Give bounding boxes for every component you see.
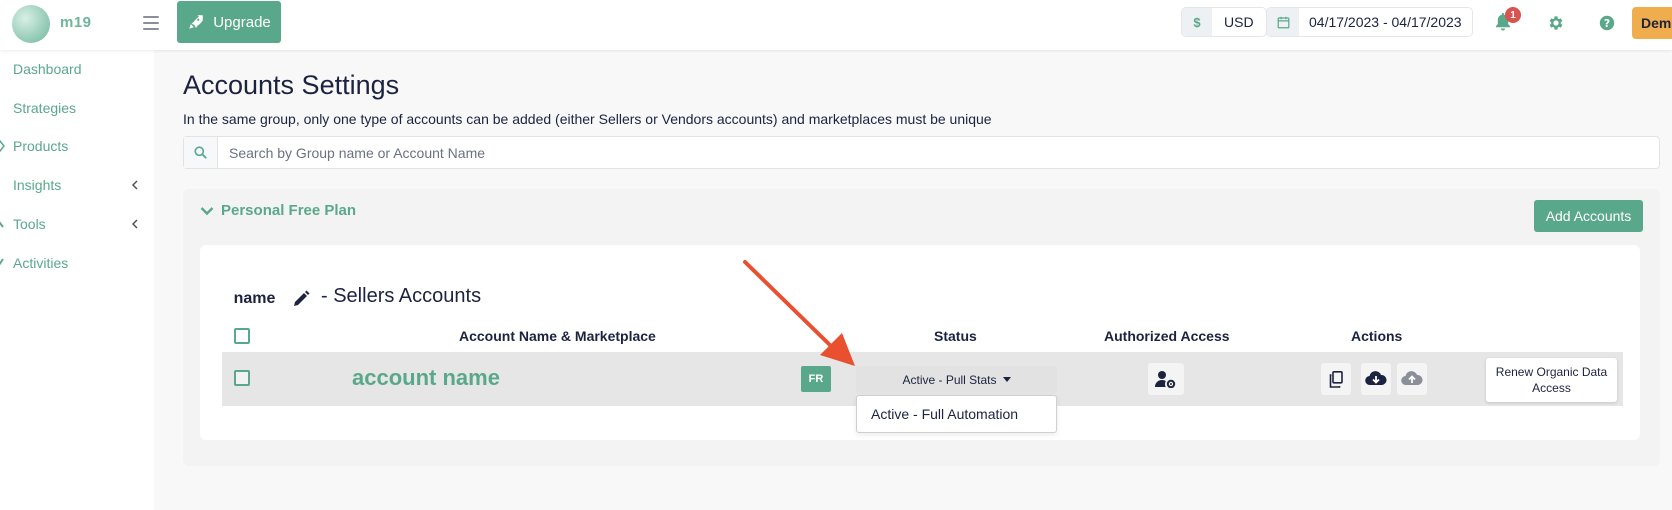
column-header-actions: Actions [1351, 328, 1403, 344]
copy-button[interactable] [1321, 363, 1351, 395]
row-checkbox[interactable] [234, 370, 250, 386]
currency-selector[interactable]: $ USD [1181, 7, 1267, 37]
activities-icon [0, 258, 4, 266]
notifications-button[interactable]: 1 [1495, 7, 1521, 35]
top-bar: m19 Upgrade $ USD 04/17/2023 - 04/17/202… [0, 0, 1672, 50]
status-value: Active - Pull Stats [902, 372, 997, 387]
renew-organic-data-access-button[interactable]: Renew Organic Data Access [1486, 358, 1617, 402]
sidebar-item-label: Insights [13, 177, 62, 193]
account-name[interactable]: account name [352, 365, 500, 391]
demo-button[interactable]: Demo [1632, 7, 1672, 39]
sidebar-item-label: Dashboard [13, 61, 82, 77]
user-gear-icon [1155, 371, 1176, 388]
menu-toggle-icon[interactable] [143, 16, 159, 30]
upload-button[interactable] [1397, 363, 1427, 395]
marketplace-badge: FR [801, 366, 831, 392]
pencil-icon[interactable] [292, 290, 310, 308]
calendar-icon [1267, 8, 1299, 36]
column-header-account: Account Name & Marketplace [459, 328, 656, 344]
download-button[interactable] [1361, 363, 1391, 395]
page-title: Accounts Settings [183, 70, 400, 100]
group-type: - Sellers Accounts [321, 285, 482, 307]
column-header-status: Status [934, 328, 977, 344]
copy-icon [1329, 370, 1343, 388]
sidebar: Dashboard Strategies Products Insights T… [0, 50, 154, 510]
status-dropdown[interactable]: Active - Pull Stats [856, 366, 1057, 393]
column-header-authorized: Authorized Access [1104, 328, 1230, 344]
sidebar-item-activities[interactable]: Activities [0, 252, 154, 274]
sidebar-item-label: Tools [13, 216, 46, 232]
sidebar-item-insights[interactable]: Insights [0, 174, 154, 196]
select-all-checkbox[interactable] [234, 328, 250, 344]
cloud-download-icon [1365, 371, 1387, 386]
help-icon[interactable]: ? [1598, 14, 1616, 32]
chevron-down-icon [200, 206, 214, 215]
search-icon [184, 137, 218, 168]
sidebar-item-label: Strategies [13, 100, 77, 116]
search-input[interactable] [218, 144, 1618, 161]
sidebar-item-products[interactable]: Products [0, 135, 154, 157]
upgrade-label: Upgrade [213, 13, 271, 31]
gear-icon[interactable] [1547, 14, 1565, 32]
sidebar-item-label: Products [13, 138, 69, 154]
sidebar-item-label: Activities [13, 255, 69, 271]
add-accounts-button[interactable]: Add Accounts [1534, 200, 1643, 232]
svg-text:?: ? [1604, 17, 1610, 30]
date-range-value: 04/17/2023 - 04/17/2023 [1309, 14, 1462, 30]
currency-symbol: $ [1182, 8, 1212, 36]
dashboard-icon [0, 62, 6, 76]
chevron-left-icon [131, 180, 138, 190]
wrench-icon [0, 221, 4, 228]
upgrade-button[interactable]: Upgrade [177, 1, 281, 43]
sidebar-item-tools[interactable]: Tools [0, 213, 154, 235]
logo-text: m19 [60, 14, 92, 31]
date-range-picker[interactable]: 04/17/2023 - 04/17/2023 [1266, 7, 1473, 37]
cloud-upload-icon [1401, 371, 1423, 386]
search-bar [183, 136, 1660, 169]
authorized-access-button[interactable] [1148, 363, 1184, 395]
status-dropdown-menu: Active - Full Automation [856, 395, 1057, 433]
notification-badge: 1 [1505, 7, 1521, 23]
sidebar-item-dashboard[interactable]: Dashboard [0, 58, 154, 80]
status-option-full-automation[interactable]: Active - Full Automation [857, 396, 1056, 432]
plan-name: Personal Free Plan [221, 202, 357, 219]
logo[interactable] [12, 5, 50, 43]
page-description: In the same group, only one type of acco… [183, 111, 992, 127]
tag-icon [0, 139, 5, 153]
chevron-left-icon [131, 219, 138, 229]
caret-down-icon [1002, 377, 1011, 382]
group-name: name [222, 282, 287, 316]
plan-toggle[interactable]: Personal Free Plan [200, 202, 356, 219]
currency-value: USD [1224, 14, 1254, 30]
sidebar-item-strategies[interactable]: Strategies [0, 97, 154, 119]
rocket-icon [189, 15, 203, 29]
